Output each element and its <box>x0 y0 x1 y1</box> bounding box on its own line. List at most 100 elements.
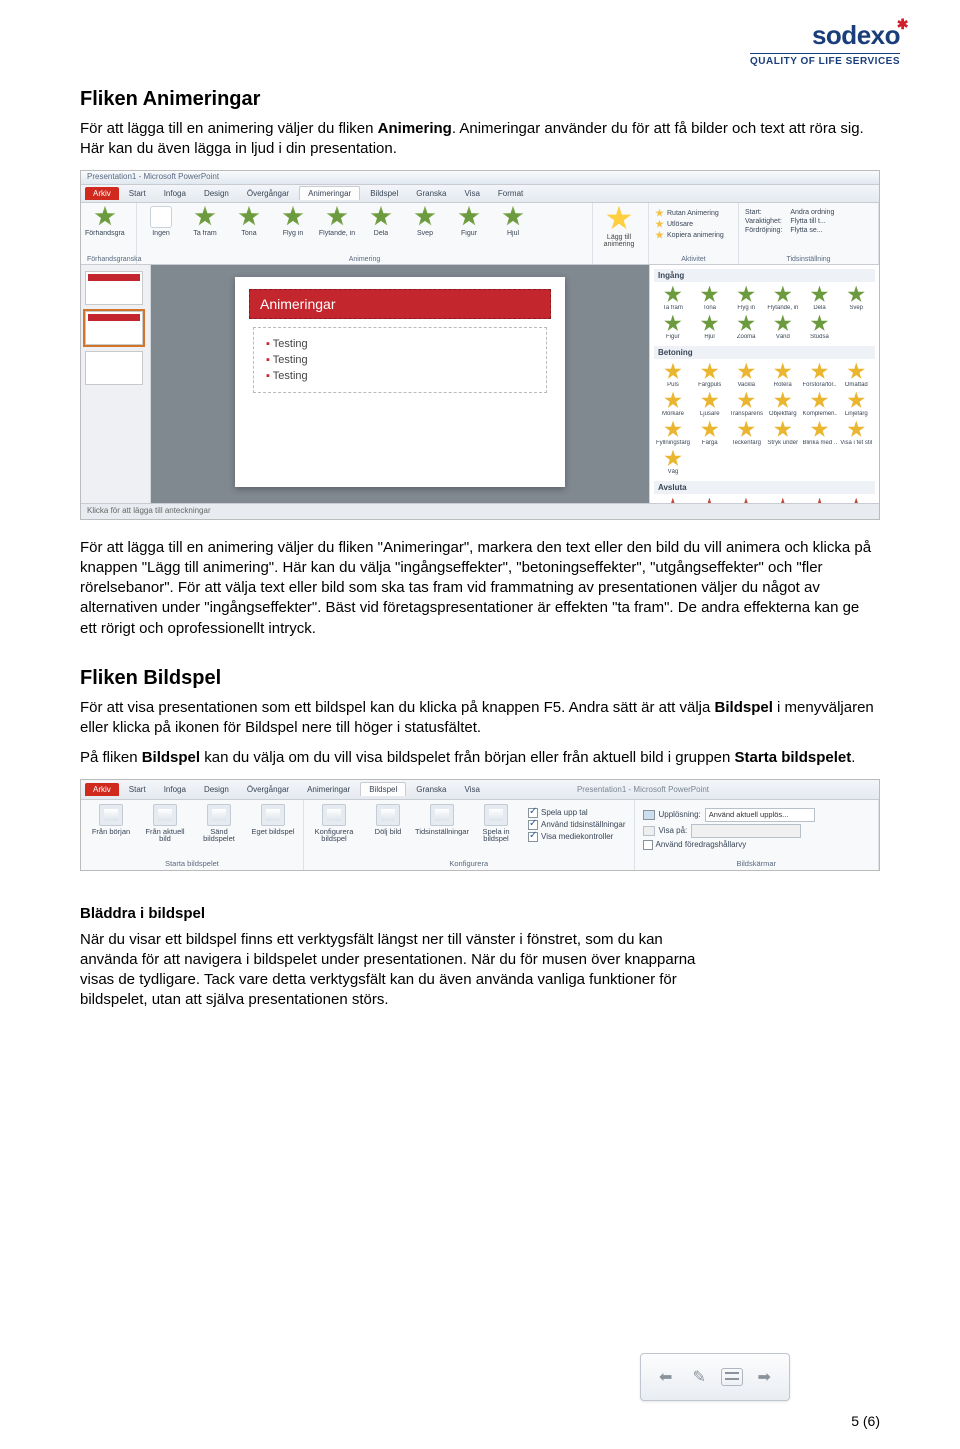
thumbnail-3[interactable] <box>85 351 143 385</box>
tab-design[interactable]: Design <box>196 187 237 200</box>
tab-granska[interactable]: Granska <box>408 187 454 200</box>
trigger-button[interactable]: Utlösare <box>655 220 732 229</box>
star-icon <box>774 392 792 410</box>
add-animation-button[interactable]: Lägg till animering <box>599 206 639 248</box>
tab-granska[interactable]: Granska <box>408 783 454 796</box>
thumbnail-2[interactable] <box>85 311 143 345</box>
tab-design[interactable]: Design <box>196 783 237 796</box>
anim-none[interactable]: Ingen <box>143 206 179 237</box>
animation-pane-button[interactable]: Rutan Animering <box>655 209 732 218</box>
gallery-item[interactable]: Objektfärg <box>766 392 800 417</box>
star-icon <box>847 286 865 304</box>
tab-animeringar[interactable]: Animeringar <box>299 783 358 796</box>
tab-infoga[interactable]: Infoga <box>156 783 194 796</box>
check-media-controls[interactable]: Visa mediekontroller <box>528 832 626 842</box>
animation-gallery: Ingång Ta framTonaFlyg inFlytande, inDel… <box>649 265 879 503</box>
tab-format[interactable]: Format <box>490 187 531 200</box>
anim-dela[interactable]: Dela <box>363 206 399 237</box>
gallery-item[interactable]: Färga <box>693 421 727 446</box>
tab-bildspel[interactable]: Bildspel <box>360 782 406 796</box>
anim-figur[interactable]: Figur <box>451 206 487 237</box>
gallery-item[interactable]: Transparens <box>730 392 764 417</box>
preview-button[interactable]: Förhandsgranska <box>87 206 123 237</box>
record-button[interactable]: Spela in bildspel <box>474 804 518 844</box>
tab-visa[interactable]: Visa <box>456 783 487 796</box>
gallery-item[interactable]: Våg <box>656 450 690 475</box>
gallery-item[interactable]: Puls <box>656 363 690 388</box>
tab-start[interactable]: Start <box>121 187 154 200</box>
gallery-item[interactable]: Stryk under <box>766 421 800 446</box>
gallery-item[interactable]: Teckenfärg <box>730 421 764 446</box>
tab-arkiv[interactable]: Arkiv <box>85 783 119 796</box>
tab-visa[interactable]: Visa <box>456 187 487 200</box>
star-icon <box>701 363 719 381</box>
star-icon <box>737 421 755 439</box>
anim-flytande[interactable]: Flytande, in <box>319 206 355 237</box>
gallery-item[interactable]: Flytande, in <box>766 286 800 311</box>
anim-svep[interactable]: Svep <box>407 206 443 237</box>
gallery-item-label: Stryk under <box>767 440 798 446</box>
tab-bildspel[interactable]: Bildspel <box>362 187 406 200</box>
slide-title[interactable]: Animeringar <box>249 289 551 319</box>
rehearse-button[interactable]: Tidsinställningar <box>420 804 464 844</box>
gallery-item[interactable]: Zooma <box>729 315 763 340</box>
ribbon-group-timing: Start: Varaktighet: Fördröjning: Andra o… <box>739 203 879 264</box>
menu-button[interactable] <box>721 1368 743 1386</box>
gallery-item[interactable]: Vackla <box>730 363 764 388</box>
from-beginning-button[interactable]: Från början <box>89 804 133 844</box>
anim-ta-fram[interactable]: Ta fram <box>187 206 223 237</box>
gallery-item[interactable]: Ta fram <box>656 286 690 311</box>
tab-animeringar[interactable]: Animeringar <box>299 186 360 200</box>
anim-flyg-in[interactable]: Flyg in <box>275 206 311 237</box>
pen-button[interactable]: ✎ <box>687 1365 711 1389</box>
gallery-item[interactable]: Ljusare <box>693 392 727 417</box>
anim-hjul[interactable]: Hjul <box>495 206 531 237</box>
custom-slideshow-button[interactable]: Eget bildspel <box>251 804 295 844</box>
gallery-item[interactable]: Tona <box>693 286 727 311</box>
gallery-item[interactable]: Fyllningsfärg <box>656 421 690 446</box>
gallery-item[interactable]: Studsa <box>803 315 837 340</box>
check-use-timings[interactable]: Använd tidsinställningar <box>528 820 626 830</box>
resolution-select[interactable]: Använd aktuell upplös... <box>705 808 815 822</box>
star-icon <box>847 392 865 410</box>
gallery-item[interactable]: Visa i fet stil <box>840 421 874 446</box>
gallery-item[interactable]: Vänd <box>766 315 800 340</box>
gallery-item[interactable]: Figur <box>656 315 690 340</box>
hide-slide-button[interactable]: Dölj bild <box>366 804 410 844</box>
gallery-item[interactable]: Hjul <box>693 315 727 340</box>
from-current-button[interactable]: Från aktuell bild <box>143 804 187 844</box>
gallery-item[interactable]: Blinka med ... <box>803 421 837 446</box>
gallery-item[interactable]: Svep <box>839 286 873 311</box>
star-icon <box>664 392 682 410</box>
gallery-item[interactable]: Komplemen... <box>803 392 837 417</box>
star-icon <box>737 286 755 304</box>
tab-start[interactable]: Start <box>121 783 154 796</box>
check-play-narration[interactable]: Spela upp tal <box>528 808 626 818</box>
notes-placeholder[interactable]: Klicka för att lägga till anteckningar <box>81 503 879 519</box>
gallery-item[interactable]: Färgpuls <box>693 363 727 388</box>
star-icon <box>774 286 792 304</box>
gallery-item[interactable]: Omättad <box>840 363 874 388</box>
thumbnail-1[interactable] <box>85 271 143 305</box>
gallery-item[interactable]: Mörkare <box>656 392 690 417</box>
gallery-item[interactable]: Flyg in <box>729 286 763 311</box>
gallery-item[interactable]: Förstora/för... <box>803 363 837 388</box>
slide[interactable]: Animeringar Testing Testing Testing <box>235 277 565 487</box>
next-slide-button[interactable]: ➡ <box>752 1365 776 1389</box>
check-presenter-view[interactable]: Använd föredragshållarvy <box>643 840 871 850</box>
gallery-item-label: Visa i fet stil <box>840 440 872 446</box>
gallery-item-label: Puls <box>667 382 679 388</box>
tab-overgangar[interactable]: Övergångar <box>239 783 297 796</box>
tab-infoga[interactable]: Infoga <box>156 187 194 200</box>
tab-overgangar[interactable]: Övergångar <box>239 187 297 200</box>
setup-button[interactable]: Konfigurera bildspel <box>312 804 356 844</box>
slide-body[interactable]: Testing Testing Testing <box>253 327 547 393</box>
gallery-item[interactable]: Linjefärg <box>840 392 874 417</box>
broadcast-button[interactable]: Sänd bildspelet <box>197 804 241 844</box>
tab-arkiv[interactable]: Arkiv <box>85 187 119 200</box>
copy-animation-button[interactable]: Kopiera animering <box>655 231 732 240</box>
prev-slide-button[interactable]: ⬅ <box>654 1365 678 1389</box>
anim-tona[interactable]: Tona <box>231 206 267 237</box>
gallery-item[interactable]: Dela <box>803 286 837 311</box>
gallery-item[interactable]: Rotera <box>766 363 800 388</box>
